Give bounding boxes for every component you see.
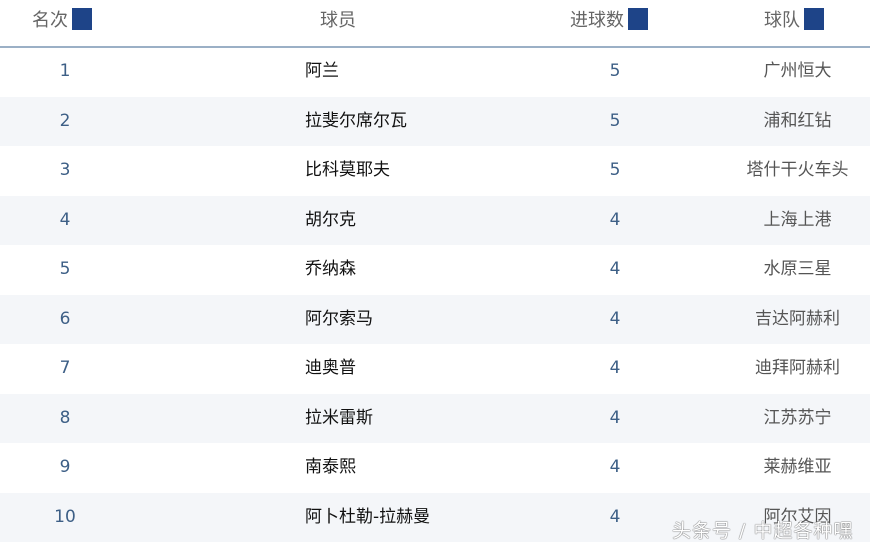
cell-team: 上海上港 (763, 209, 832, 230)
sort-icon[interactable] (72, 8, 92, 30)
cell-team: 水原三星 (763, 259, 832, 279)
cell-goals: 4 (609, 407, 621, 428)
cell-team: 迪拜阿赫利 (755, 358, 840, 378)
cell-player: 阿兰 (305, 61, 339, 81)
table-row: 6 阿尔索马 4 吉达阿赫利 (0, 294, 870, 344)
header-team[interactable]: 球队 (764, 6, 824, 32)
header-goals[interactable]: 进球数 (570, 6, 648, 32)
cell-rank: 9 (59, 457, 71, 477)
header-rank-label: 名次 (32, 10, 68, 31)
cell-rank: 10 (54, 506, 76, 527)
cell-rank: 7 (59, 358, 71, 378)
header-rank[interactable]: 名次 (32, 6, 92, 32)
table-row: 3 比科莫耶夫 5 塔什干火车头 (0, 146, 870, 196)
cell-player: 阿尔索马 (305, 308, 373, 329)
cell-rank: 3 (59, 160, 71, 180)
cell-team: 广州恒大 (763, 61, 832, 81)
sort-icon[interactable] (804, 8, 824, 30)
cell-goals: 5 (609, 61, 621, 81)
table-row: 2 拉斐尔席尔瓦 5 浦和红钻 (0, 96, 870, 146)
cell-team: 浦和红钻 (763, 110, 832, 131)
table-row: 7 迪奥普 4 迪拜阿赫利 (0, 344, 870, 394)
cell-player: 阿卜杜勒-拉赫曼 (305, 506, 431, 527)
cell-player: 乔纳森 (305, 259, 356, 279)
cell-player: 南泰熙 (305, 457, 356, 477)
cell-goals: 4 (609, 358, 621, 378)
cell-goals: 4 (609, 209, 621, 230)
cell-rank: 4 (59, 209, 71, 230)
cell-player: 比科莫耶夫 (305, 160, 390, 180)
table-row: 9 南泰熙 4 莱赫维亚 (0, 443, 870, 493)
cell-goals: 5 (609, 160, 621, 180)
cell-rank: 6 (59, 308, 71, 329)
cell-player: 拉斐尔席尔瓦 (305, 110, 407, 131)
cell-player: 拉米雷斯 (305, 407, 373, 428)
cell-team: 塔什干火车头 (746, 160, 849, 180)
cell-player: 胡尔克 (305, 209, 356, 230)
header-goals-label: 进球数 (570, 10, 624, 31)
cell-goals: 4 (609, 308, 621, 329)
watermark: 头条号 / 中超各种嘿 (672, 520, 854, 542)
cell-goals: 4 (609, 259, 621, 279)
table-row: 1 阿兰 5 广州恒大 (0, 47, 870, 97)
header-team-label: 球队 (764, 10, 800, 31)
table-row: 5 乔纳森 4 水原三星 (0, 245, 870, 295)
cell-team: 吉达阿赫利 (755, 308, 840, 329)
sort-icon[interactable] (628, 8, 648, 30)
cell-goals: 4 (609, 457, 621, 477)
cell-goals: 5 (609, 110, 621, 131)
header-player: 球员 (320, 6, 356, 32)
table-row: 4 胡尔克 4 上海上港 (0, 195, 870, 245)
cell-rank: 1 (59, 61, 71, 81)
cell-team: 莱赫维亚 (763, 457, 832, 477)
cell-team: 江苏苏宁 (763, 407, 832, 428)
cell-rank: 2 (59, 110, 71, 131)
table-header: 名次 球员 进球数 球队 (0, 0, 870, 48)
cell-player: 迪奥普 (305, 358, 356, 378)
cell-rank: 5 (59, 259, 71, 279)
table-row: 8 拉米雷斯 4 江苏苏宁 (0, 393, 870, 443)
cell-rank: 8 (59, 407, 71, 428)
header-player-label: 球员 (320, 10, 356, 31)
cell-goals: 4 (609, 506, 621, 527)
